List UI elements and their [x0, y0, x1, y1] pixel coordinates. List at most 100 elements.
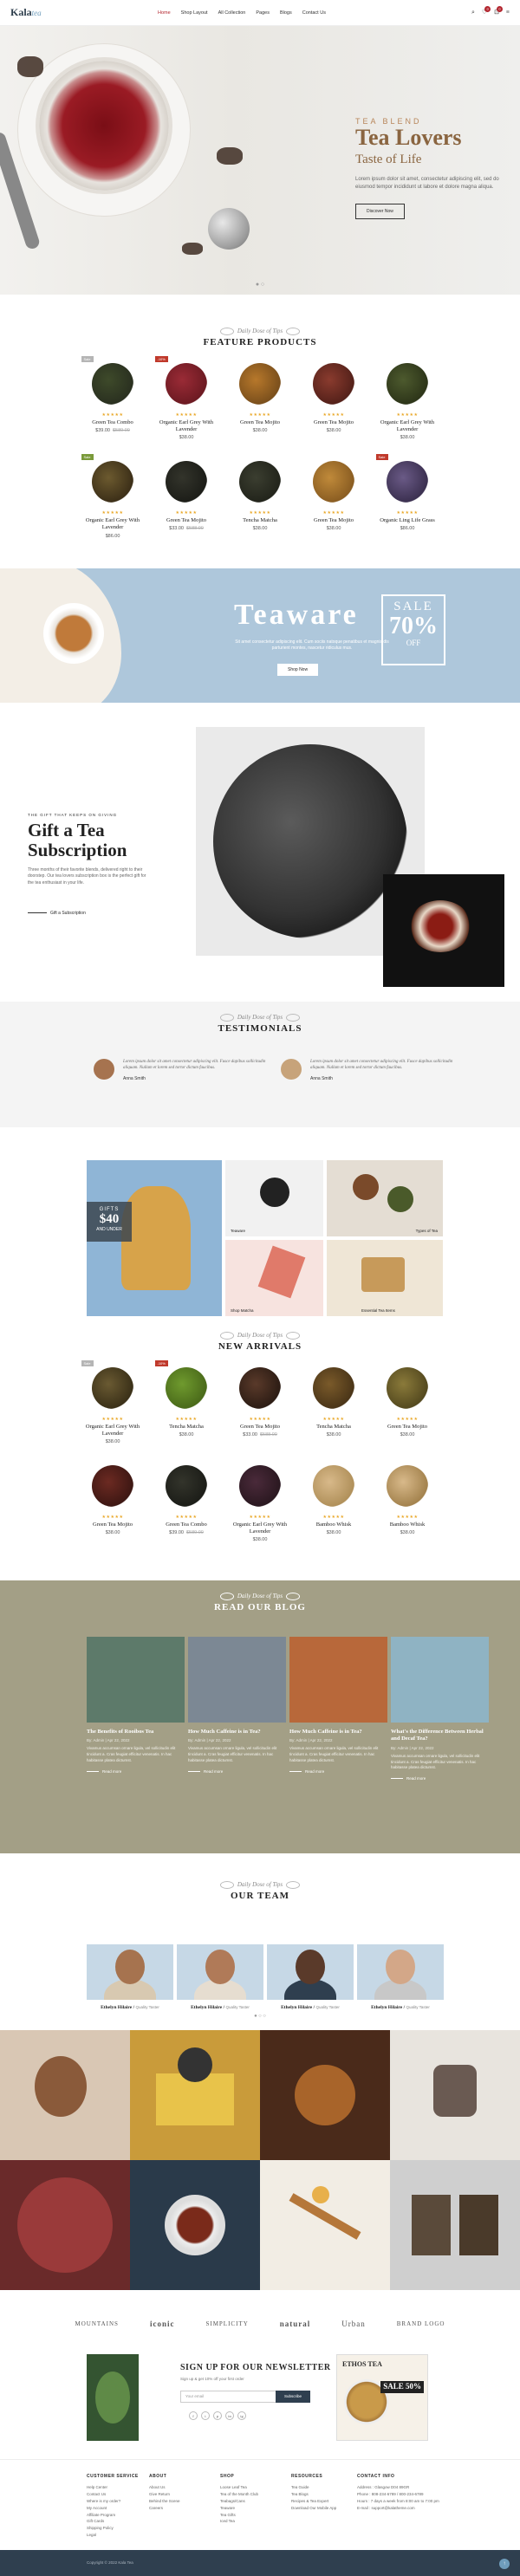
product-name[interactable]: Green Tea Mojito: [299, 517, 369, 524]
brand-logo[interactable]: MOUNTAINS: [75, 2320, 119, 2327]
gallery-image[interactable]: [0, 2160, 130, 2290]
team-slider-dots[interactable]: ● ○ ○: [0, 2014, 520, 2019]
product-image[interactable]: [87, 1460, 139, 1512]
team-member-card[interactable]: Ethelyn Hilaire / Quality Taster: [87, 1944, 173, 2010]
product-card[interactable]: ★★★★★ Bamboo Whisk $38.00: [371, 1457, 445, 1554]
facebook-icon[interactable]: f: [189, 2411, 198, 2420]
product-name[interactable]: Bamboo Whisk: [299, 1522, 369, 1528]
search-icon[interactable]: ⌕: [471, 9, 475, 16]
product-card[interactable]: ★★★★★ Green Tea Combo $39.00 $589.00: [150, 1457, 224, 1554]
product-card[interactable]: Sale ★★★★★ Organic Earl Grey With Lavender…: [76, 452, 150, 550]
product-image[interactable]: [381, 456, 433, 508]
blog-post-card[interactable]: What's the Difference Between Herbal and…: [391, 1637, 489, 1781]
product-image[interactable]: [234, 358, 286, 410]
product-card[interactable]: ★★★★★ Bamboo Whisk $38.00: [297, 1457, 371, 1554]
blog-post-card[interactable]: The Benefits of Rooibos Tea By: Admin | …: [87, 1637, 185, 1774]
menu-icon[interactable]: ≡: [506, 9, 510, 16]
instagram-icon[interactable]: ig: [237, 2411, 246, 2420]
footer-link[interactable]: About Us: [149, 2484, 180, 2491]
brand-logo[interactable]: Urban: [341, 2320, 366, 2328]
pinterest-icon[interactable]: p: [213, 2411, 222, 2420]
product-name[interactable]: Organic Earl Grey With Lavender: [152, 419, 222, 433]
product-image[interactable]: [308, 1460, 360, 1512]
footer-link[interactable]: Tea Guide: [291, 2484, 336, 2491]
product-card[interactable]: ★★★★★ Tencha Matcha $38.00: [224, 452, 297, 550]
blog-post-image[interactable]: [289, 1637, 387, 1723]
product-name[interactable]: Tencha Matcha: [299, 1424, 369, 1431]
product-image[interactable]: [160, 1362, 212, 1414]
product-card[interactable]: ★★★★★ Green Tea Mojito $38.00: [297, 354, 371, 452]
brand-logo[interactable]: SIMPLICITY: [205, 2320, 248, 2327]
gallery-image[interactable]: [260, 2160, 390, 2290]
footer-link[interactable]: Teabags/Cans: [220, 2498, 258, 2505]
product-name[interactable]: Organic Earl Grey With Lavender: [373, 419, 443, 433]
blog-post-image[interactable]: [188, 1637, 286, 1723]
blog-post-card[interactable]: How Much Caffeine is in Tea? By: Admin |…: [188, 1637, 286, 1774]
blog-post-image[interactable]: [391, 1637, 489, 1723]
blog-post-title[interactable]: The Benefits of Rooibos Tea: [87, 1729, 185, 1736]
team-member-card[interactable]: Ethelyn Hilaire / Quality Taster: [267, 1944, 354, 2010]
product-card[interactable]: Sale ★★★★★ Organic Ling Life Grass $86.00: [371, 452, 445, 550]
product-card[interactable]: ★★★★★ Green Tea Mojito $33.00 $588.00: [150, 452, 224, 550]
product-name[interactable]: Green Tea Mojito: [225, 419, 296, 426]
product-card[interactable]: Sale ★★★★★ Green Tea Combo $39.00 $589.00: [76, 354, 150, 452]
product-image[interactable]: [87, 1362, 139, 1414]
essential-items-tile[interactable]: Essential Tea Items: [327, 1239, 443, 1316]
product-name[interactable]: Tencha Matcha: [225, 517, 296, 524]
footer-link[interactable]: Where is my order?: [87, 2498, 139, 2505]
twitter-icon[interactable]: t: [201, 2411, 210, 2420]
product-card[interactable]: -10% ★★★★★ Organic Earl Grey With Lavender…: [150, 354, 224, 452]
product-image[interactable]: [160, 1460, 212, 1512]
product-name[interactable]: Tencha Matcha: [152, 1424, 222, 1431]
footer-link[interactable]: Careers: [149, 2505, 180, 2512]
product-image[interactable]: [308, 456, 360, 508]
linkedin-icon[interactable]: in: [225, 2411, 234, 2420]
product-image[interactable]: [234, 1362, 286, 1414]
gallery-image[interactable]: [260, 2030, 390, 2160]
footer-link[interactable]: Tea Blogs: [291, 2491, 336, 2498]
gift-subscription-link[interactable]: Gift a Subscription: [28, 911, 86, 916]
read-more-link[interactable]: Read more: [188, 1769, 286, 1774]
product-card[interactable]: ★★★★★ Green Tea Mojito $38.00: [224, 354, 297, 452]
footer-link[interactable]: Help Center: [87, 2484, 139, 2491]
footer-link[interactable]: Teaware: [220, 2505, 258, 2512]
wishlist-icon[interactable]: ♡ 0: [482, 6, 491, 16]
gallery-image[interactable]: [130, 2030, 260, 2160]
discover-now-button[interactable]: Discover Now: [355, 203, 405, 219]
read-more-link[interactable]: Read more: [87, 1769, 185, 1774]
product-image[interactable]: [160, 358, 212, 410]
footer-link[interactable]: My Account: [87, 2505, 139, 2512]
footer-link[interactable]: Tea Gifts: [220, 2512, 258, 2519]
gift-tile[interactable]: GIFTS $40 AND UNDER: [87, 1159, 222, 1316]
types-of-tea-tile[interactable]: Types of Tea: [327, 1159, 443, 1236]
footer-link[interactable]: Loose Leaf Tea: [220, 2484, 258, 2491]
product-image[interactable]: [160, 456, 212, 508]
product-image[interactable]: [87, 456, 139, 508]
blog-post-title[interactable]: How Much Caffeine is in Tea?: [289, 1729, 387, 1736]
product-name[interactable]: Organic Earl Grey With Lavender: [78, 1424, 148, 1437]
gallery-image[interactable]: [390, 2160, 520, 2290]
product-card[interactable]: ★★★★★ Green Tea Mojito $38.00: [371, 1359, 445, 1457]
product-card[interactable]: ★★★★★ Organic Earl Grey With Lavender $38.…: [224, 1457, 297, 1554]
brand-logo[interactable]: iconic: [150, 2320, 175, 2328]
footer-link[interactable]: Shipping Policy: [87, 2525, 139, 2532]
gallery-image[interactable]: [0, 2030, 130, 2160]
product-image[interactable]: [308, 1362, 360, 1414]
footer-link[interactable]: Contact Us: [87, 2491, 139, 2498]
team-member-card[interactable]: Ethelyn Hilaire / Quality Taster: [357, 1944, 444, 2010]
product-name[interactable]: Organic Ling Life Grass: [373, 517, 443, 524]
nav-contact[interactable]: Contact Us: [302, 10, 326, 16]
nav-blogs[interactable]: Blogs: [280, 10, 292, 16]
logo[interactable]: Kalatea: [10, 6, 158, 19]
blog-post-image[interactable]: [87, 1637, 185, 1723]
team-member-card[interactable]: Ethelyn Hilaire / Quality Taster: [177, 1944, 263, 2010]
footer-link[interactable]: Gift Cards: [87, 2518, 139, 2525]
product-image[interactable]: [381, 1460, 433, 1512]
product-name[interactable]: Green Tea Mojito: [373, 1424, 443, 1431]
teaware-tile[interactable]: Teaware: [225, 1159, 323, 1236]
shop-matcha-tile[interactable]: Shop Matcha: [225, 1239, 323, 1316]
nav-shop-layout[interactable]: Shop Layout: [181, 10, 208, 16]
product-card[interactable]: ★★★★★ Tencha Matcha $38.00: [297, 1359, 371, 1457]
product-image[interactable]: [87, 358, 139, 410]
back-to-top-icon[interactable]: ↑: [499, 2559, 510, 2569]
